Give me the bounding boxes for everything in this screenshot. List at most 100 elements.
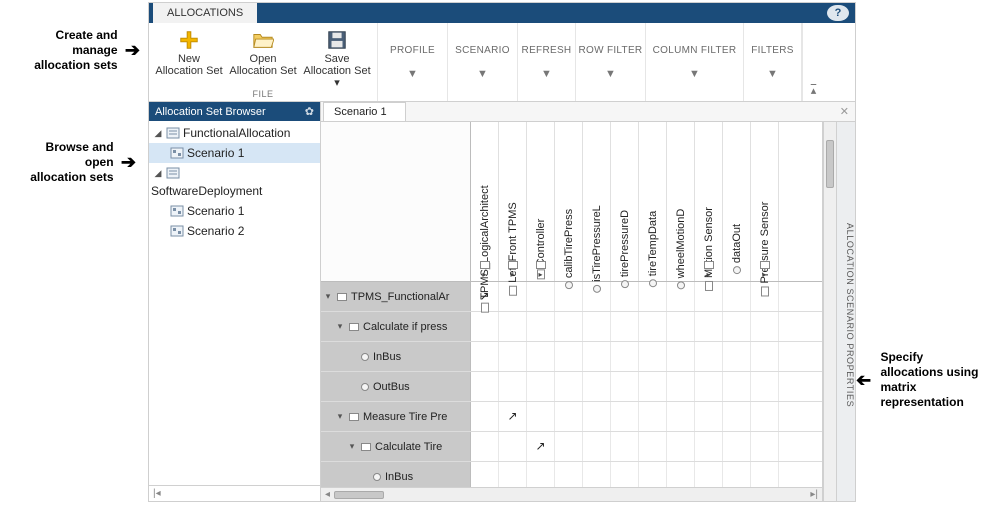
matrix-cell[interactable] [723, 312, 751, 341]
close-tab-icon[interactable]: ✕ [840, 105, 849, 118]
collapse-icon[interactable]: ▾ [335, 321, 345, 332]
matrix-cell[interactable] [723, 372, 751, 401]
matrix-cell[interactable] [527, 312, 555, 341]
scrollbar-thumb[interactable] [334, 491, 384, 499]
doc-tab-scenario1[interactable]: Scenario 1 [323, 102, 406, 121]
matrix-cell[interactable] [527, 282, 555, 311]
matrix-cell[interactable] [611, 342, 639, 371]
expand-icon[interactable]: ▸ [538, 270, 542, 279]
matrix-cell[interactable] [555, 312, 583, 341]
refresh-dropdown[interactable]: REFRESH ▼ [518, 23, 576, 101]
matrix-cell[interactable] [639, 312, 667, 341]
open-allocation-set-button[interactable]: Open Allocation Set [229, 27, 297, 89]
matrix-cell[interactable] [751, 372, 779, 401]
column-header[interactable]: Controller▸ [527, 122, 555, 281]
gear-icon[interactable]: ✿ [305, 105, 314, 118]
matrix-cell[interactable] [471, 312, 499, 341]
column-header[interactable]: TPMS_LogicalArchitect▸ [471, 122, 499, 281]
scroll-left-icon[interactable]: ◂ [325, 489, 330, 500]
column-header[interactable]: Motion Sensor▸ [695, 122, 723, 281]
matrix-cell[interactable] [471, 372, 499, 401]
matrix-cell[interactable] [555, 372, 583, 401]
matrix-cell[interactable] [499, 462, 527, 487]
save-allocation-set-button[interactable]: Save Allocation Set ▾ [303, 27, 371, 89]
row-header[interactable]: InBus [321, 342, 471, 371]
matrix-cell[interactable] [695, 462, 723, 487]
matrix-cell[interactable] [527, 342, 555, 371]
horizontal-scrollbar[interactable]: ◂ ▸| [321, 487, 822, 501]
matrix-cell[interactable] [695, 312, 723, 341]
tree-node-scenario1-software[interactable]: Scenario 1 [149, 201, 320, 221]
column-header[interactable]: tireTempData [639, 122, 667, 281]
expand-icon[interactable]: ▸ [482, 270, 486, 279]
scrollbar-thumb[interactable] [826, 140, 834, 188]
matrix-cell[interactable] [639, 462, 667, 487]
matrix-cell[interactable] [611, 462, 639, 487]
matrix-cell[interactable] [667, 402, 695, 431]
collapse-icon[interactable]: ◢ [153, 168, 163, 179]
matrix-cell[interactable] [499, 372, 527, 401]
collapse-icon[interactable]: ▾ [323, 291, 333, 302]
expand-icon[interactable]: ▸ [762, 270, 766, 279]
row-filter-dropdown[interactable]: ROW FILTER ▼ [576, 23, 646, 101]
matrix-cell[interactable] [471, 432, 499, 461]
matrix-cell[interactable] [751, 342, 779, 371]
matrix-cell[interactable]: ↗ [499, 402, 527, 431]
matrix-cell[interactable] [471, 462, 499, 487]
matrix-cell[interactable] [555, 432, 583, 461]
matrix-cell[interactable] [751, 432, 779, 461]
collapse-icon[interactable]: ▾ [335, 411, 345, 422]
matrix-cell[interactable] [583, 402, 611, 431]
matrix-cell[interactable] [527, 402, 555, 431]
tree-node-scenario1-functional[interactable]: Scenario 1 [149, 143, 320, 163]
column-header[interactable]: tirePressureD [611, 122, 639, 281]
matrix-cell[interactable] [667, 342, 695, 371]
column-header[interactable]: dataOut [723, 122, 751, 281]
tree-node-functionalallocation[interactable]: ◢ FunctionalAllocation [149, 123, 320, 143]
matrix-cell[interactable] [723, 432, 751, 461]
column-header[interactable]: isTirePressureL [583, 122, 611, 281]
scenario-dropdown[interactable]: SCENARIO ▼ [448, 23, 518, 101]
new-allocation-set-button[interactable]: New Allocation Set [155, 27, 223, 89]
matrix-cell[interactable] [611, 372, 639, 401]
matrix-cell[interactable] [527, 462, 555, 487]
properties-panel-collapsed[interactable]: ALLOCATION SCENARIO PROPERTIES [836, 122, 855, 501]
matrix-cell[interactable] [667, 312, 695, 341]
column-header[interactable]: wheelMotionD [667, 122, 695, 281]
profile-dropdown[interactable]: PROFILE ▼ [378, 23, 448, 101]
matrix-cell[interactable] [555, 402, 583, 431]
matrix-cell[interactable] [471, 342, 499, 371]
matrix-cell[interactable] [583, 342, 611, 371]
matrix-cell[interactable] [583, 432, 611, 461]
matrix-cell[interactable] [751, 312, 779, 341]
matrix-cell[interactable] [555, 342, 583, 371]
matrix-cell[interactable] [583, 312, 611, 341]
column-header[interactable]: Left Front TPMS▸ [499, 122, 527, 281]
matrix-cell[interactable] [695, 402, 723, 431]
matrix-cell[interactable] [695, 372, 723, 401]
row-header[interactable]: InBus [321, 462, 471, 487]
matrix-cell[interactable] [555, 462, 583, 487]
matrix-cell[interactable] [723, 282, 751, 311]
expand-icon[interactable]: ▸ [510, 270, 514, 279]
scroll-left-icon[interactable]: |◂ [153, 488, 161, 499]
matrix-cell[interactable] [723, 402, 751, 431]
column-header[interactable]: calibTirePress [555, 122, 583, 281]
tree-node-softwaredeployment[interactable]: ◢ [149, 163, 320, 183]
matrix-cell[interactable] [611, 402, 639, 431]
matrix-cell[interactable] [499, 312, 527, 341]
row-header[interactable]: ▾Calculate Tire [321, 432, 471, 461]
matrix-cell[interactable] [583, 372, 611, 401]
matrix-cell[interactable] [751, 462, 779, 487]
matrix-cell[interactable] [695, 432, 723, 461]
matrix-cell[interactable] [639, 432, 667, 461]
matrix-cell[interactable] [639, 372, 667, 401]
collapse-icon[interactable]: ▾ [347, 441, 357, 452]
help-button[interactable]: ? [827, 5, 849, 21]
row-header[interactable]: ▾Measure Tire Pre [321, 402, 471, 431]
matrix-cell[interactable] [639, 402, 667, 431]
matrix-cell[interactable] [499, 342, 527, 371]
matrix-cell[interactable] [611, 312, 639, 341]
matrix-cell[interactable] [667, 372, 695, 401]
filters-dropdown[interactable]: FILTERS ▼ [744, 23, 802, 101]
